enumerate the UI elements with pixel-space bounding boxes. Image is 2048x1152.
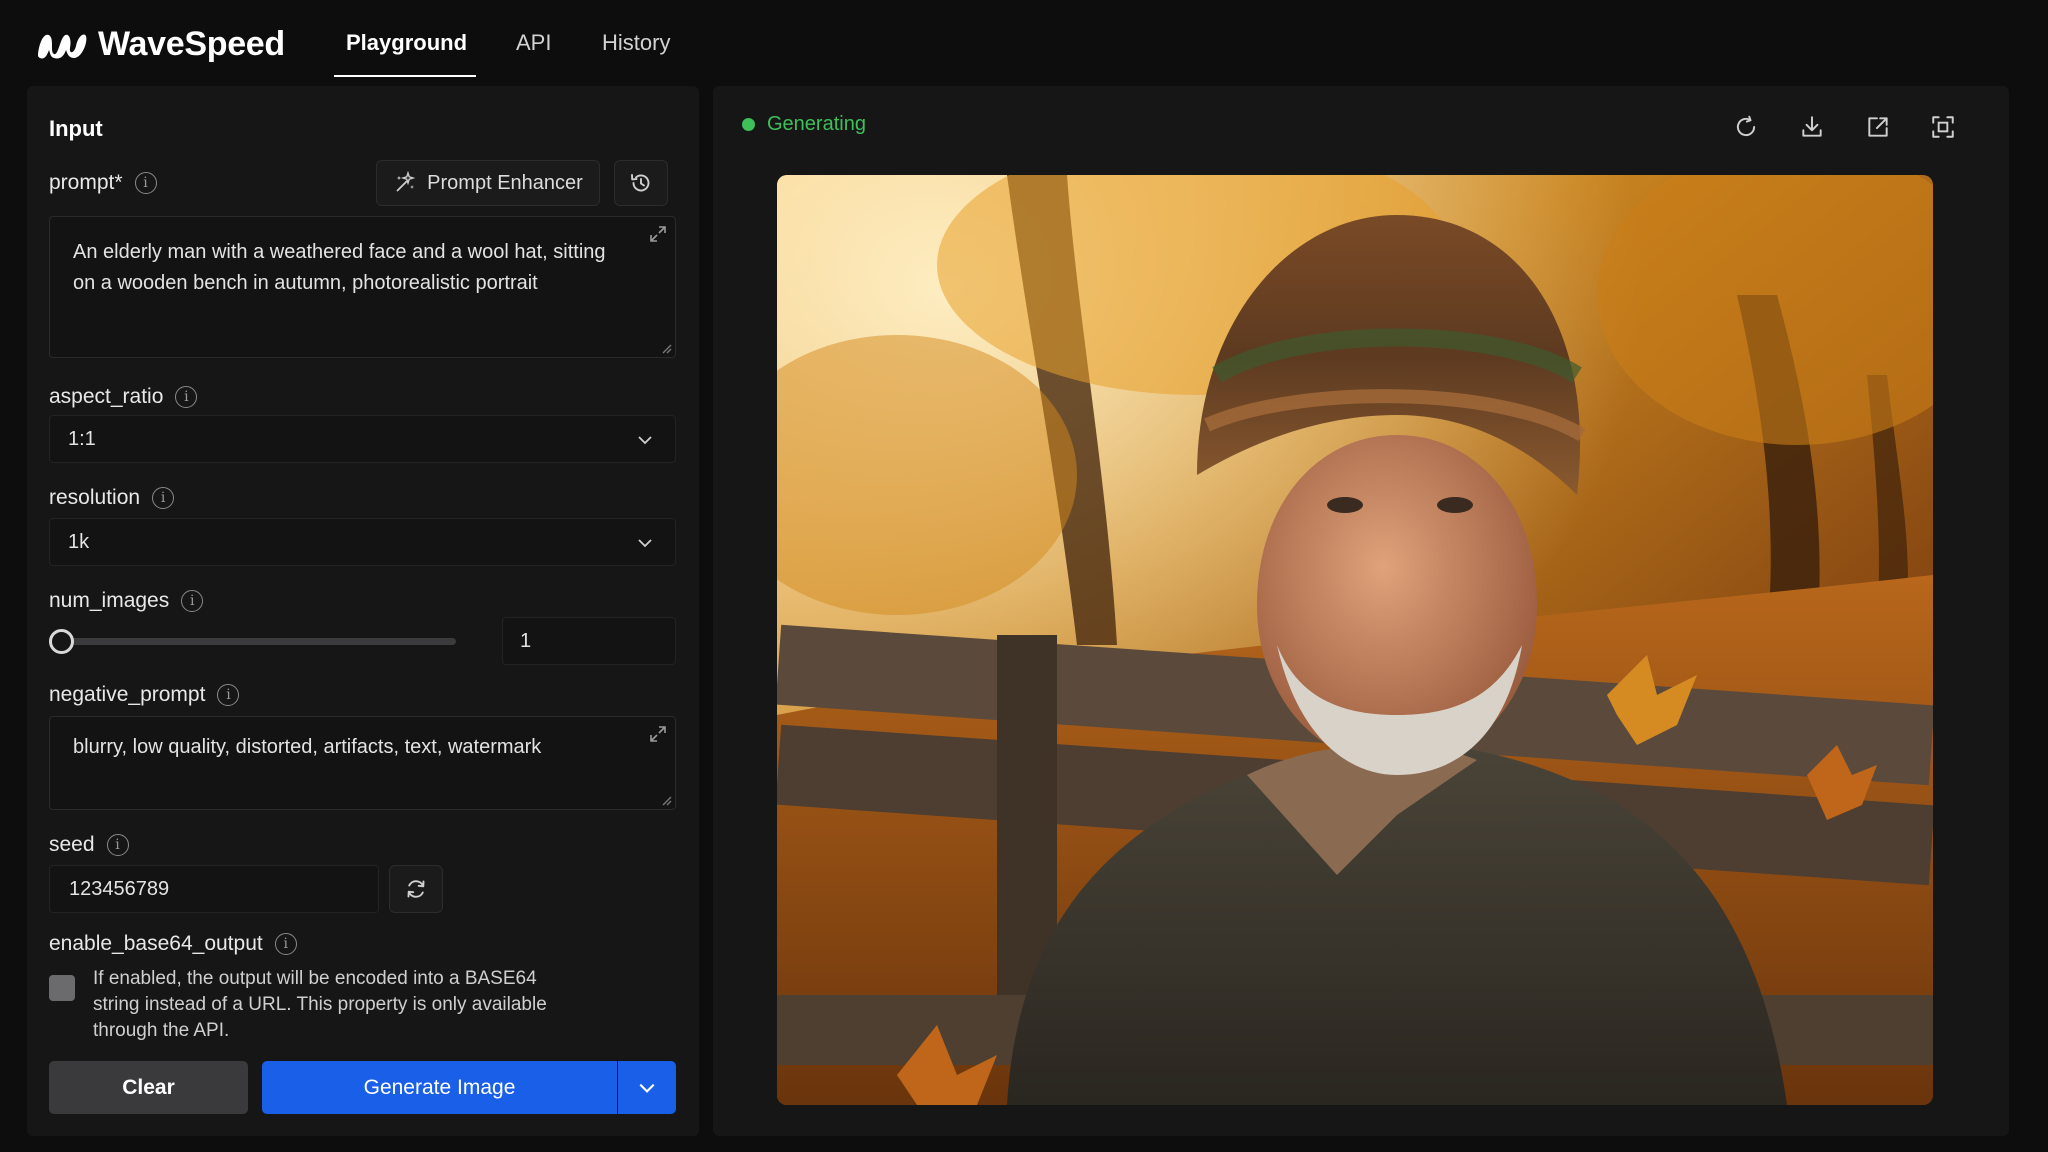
num-images-label-row: num_images i (49, 589, 204, 613)
aspect-ratio-label: aspect_ratio (49, 385, 164, 408)
generated-image[interactable] (777, 175, 1933, 1105)
seed-value: 123456789 (69, 877, 170, 900)
portrait-image (777, 175, 1933, 1105)
negative-prompt-label-row: negative_prompt i (49, 683, 240, 707)
num-images-slider-thumb[interactable] (49, 629, 74, 654)
negative-prompt-textarea[interactable]: blurry, low quality, distorted, artifact… (49, 716, 676, 810)
info-icon[interactable]: i (106, 834, 129, 856)
prompt-value: An elderly man with a weathered face and… (73, 241, 606, 294)
base64-label-row: enable_base64_output i (49, 932, 297, 956)
info-icon[interactable]: i (134, 172, 157, 194)
download-button[interactable] (1797, 112, 1827, 142)
seed-label-row: seed i (49, 833, 129, 857)
refresh-icon (1736, 115, 1756, 137)
status-dot (742, 118, 755, 131)
base64-label: enable_base64_output (49, 932, 263, 955)
magic-wand-icon (396, 171, 416, 192)
tab-playground[interactable]: Playground (346, 30, 467, 56)
chevron-down-icon (638, 539, 652, 548)
negative-prompt-value: blurry, low quality, distorted, artifact… (73, 736, 542, 758)
generate-image-button[interactable]: Generate Image (262, 1061, 617, 1114)
prompt-enhancer-button[interactable]: Prompt Enhancer (376, 160, 600, 206)
open-in-new-tab-button[interactable] (1863, 112, 1893, 142)
download-icon (1802, 116, 1822, 137)
active-tab-indicator (334, 75, 476, 77)
base64-description: If enabled, the output will be encoded i… (93, 968, 547, 1041)
base64-checkbox[interactable] (49, 975, 75, 1001)
num-images-label: num_images (49, 589, 170, 612)
prompt-textarea[interactable]: An elderly man with a weathered face and… (49, 216, 676, 358)
resolution-select[interactable]: 1k (49, 518, 676, 566)
chevron-down-icon (638, 436, 652, 445)
resolution-label-row: resolution i (49, 486, 175, 510)
brand-name: WaveSpeed (98, 24, 285, 63)
open-external-icon (1868, 117, 1888, 137)
num-images-slider-track[interactable] (61, 638, 456, 645)
info-icon[interactable]: i (274, 933, 297, 955)
seed-label: seed (49, 833, 95, 856)
prompt-enhancer-label: Prompt Enhancer (427, 171, 583, 194)
resize-grip-icon[interactable] (660, 794, 672, 806)
resolution-value: 1k (68, 530, 90, 553)
chevron-down-icon (639, 1083, 655, 1093)
num-images-input[interactable]: 1 (502, 617, 676, 665)
resize-grip-icon[interactable] (660, 342, 672, 354)
seed-input[interactable]: 123456789 (49, 865, 379, 913)
fullscreen-button[interactable] (1928, 112, 1958, 142)
aspect-ratio-value: 1:1 (68, 427, 96, 450)
regenerate-button[interactable] (1731, 112, 1761, 142)
info-icon[interactable]: i (217, 684, 240, 706)
info-icon[interactable]: i (152, 487, 175, 509)
random-seed-button[interactable] (389, 865, 443, 913)
aspect-ratio-select[interactable]: 1:1 (49, 415, 676, 463)
generation-status: Generating (742, 113, 866, 136)
wavespeed-logo-icon (38, 34, 87, 59)
logo[interactable]: WaveSpeed (34, 24, 285, 64)
expand-icon[interactable] (649, 725, 667, 743)
history-icon (631, 174, 650, 192)
tab-history[interactable]: History (602, 30, 670, 56)
num-images-value: 1 (520, 629, 532, 652)
aspect-ratio-label-row: aspect_ratio i (49, 385, 198, 409)
expand-icon[interactable] (649, 225, 667, 243)
negative-prompt-label: negative_prompt (49, 683, 206, 706)
status-text: Generating (767, 113, 866, 135)
resolution-label: resolution (49, 486, 141, 509)
clear-button[interactable]: Clear (49, 1061, 248, 1114)
info-icon[interactable]: i (175, 386, 198, 408)
prompt-label-row: prompt* i (49, 171, 157, 195)
generate-options-button[interactable] (618, 1061, 676, 1114)
prompt-label: prompt* (49, 171, 123, 194)
info-icon[interactable]: i (181, 590, 204, 612)
tab-api[interactable]: API (516, 30, 551, 56)
input-panel-title: Input (49, 116, 103, 141)
refresh-icon (407, 880, 425, 898)
fullscreen-icon (1932, 116, 1954, 138)
prompt-history-button[interactable] (614, 160, 668, 206)
top-navigation: WaveSpeed Playground API History (0, 0, 2048, 86)
